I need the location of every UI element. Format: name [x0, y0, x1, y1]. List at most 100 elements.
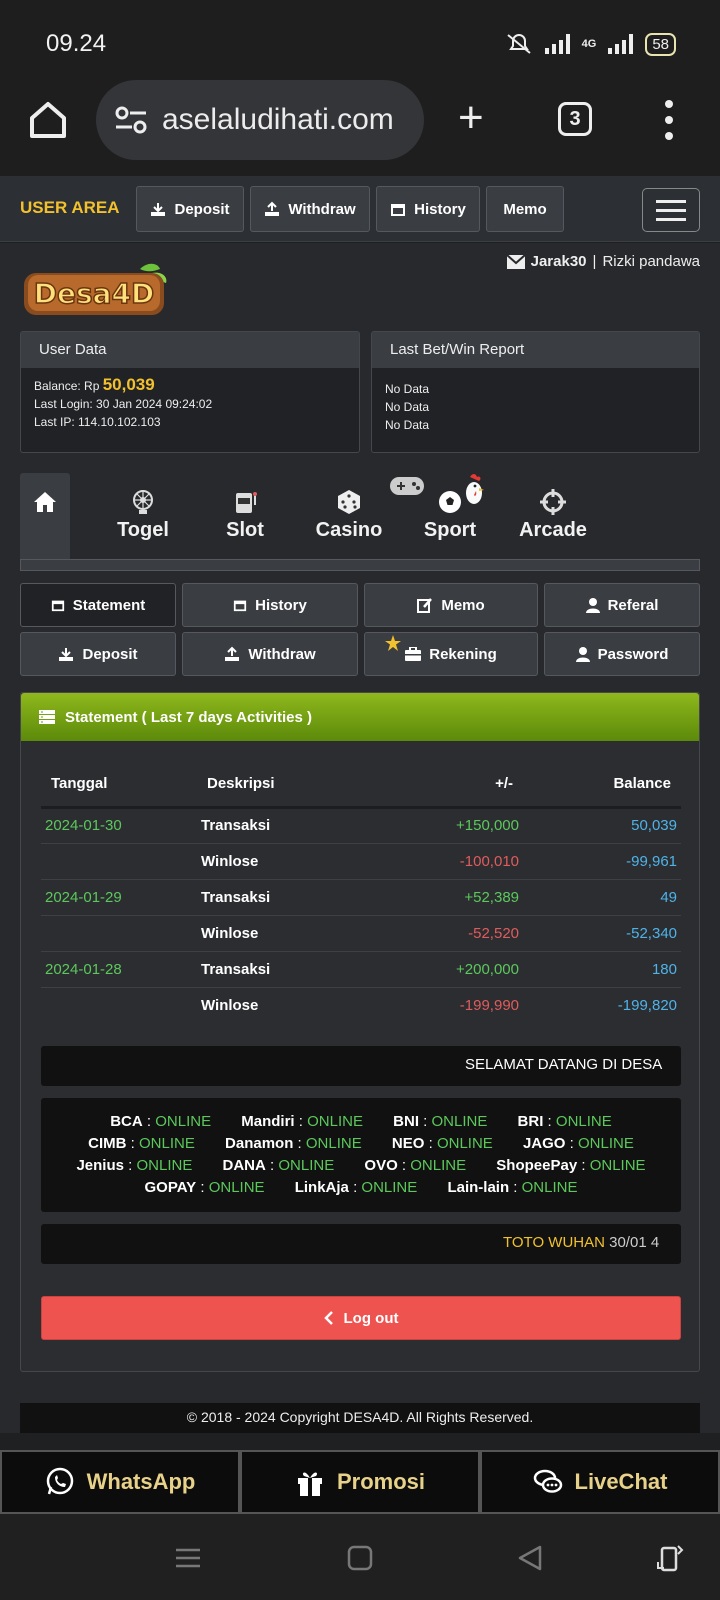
row-balance: -199,820: [523, 986, 681, 1023]
briefcase-icon: [405, 647, 422, 661]
network-type: 4G: [581, 38, 597, 50]
envelope-icon[interactable]: [506, 254, 525, 269]
row-balance: 49: [523, 878, 681, 915]
sub-history-label: History: [255, 596, 307, 614]
bet-report-row: No Data: [385, 400, 430, 414]
gift-icon: [297, 1472, 322, 1496]
sub-deposit-button[interactable]: Deposit: [20, 632, 176, 676]
referal-button[interactable]: Referal: [544, 583, 700, 627]
lottery-wheel-icon: [133, 490, 153, 514]
bank-row: BCA : ONLINE Mandiri : ONLINE BNI : ONLI…: [110, 1113, 612, 1130]
game-nav-sport[interactable]: Sport: [390, 473, 500, 559]
row-desc: Transaksi: [197, 950, 373, 987]
withdraw-icon: [265, 201, 280, 216]
site-settings-icon[interactable]: [114, 105, 148, 135]
withdraw-icon: [225, 646, 240, 661]
statement-header: Statement ( Last 7 days Activities ): [21, 693, 699, 741]
table-row: 2024-01-29 Transaksi +52,389 49: [41, 878, 681, 915]
url-bar[interactable]: aselaludihati.com: [96, 80, 424, 160]
game-nav-slot[interactable]: Slot: [195, 473, 295, 559]
bottom-contact-bar: WhatsApp Promosi LiveChat: [0, 1450, 720, 1514]
row-desc: Winlose: [197, 914, 373, 951]
user-area-title: USER AREA: [20, 198, 120, 217]
row-date: [41, 986, 197, 1023]
deposit-button[interactable]: Deposit: [136, 186, 244, 232]
row-desc: Winlose: [197, 842, 373, 879]
logout-label: Log out: [343, 1309, 399, 1327]
home-icon[interactable]: [26, 98, 70, 142]
withdraw-label: Withdraw: [288, 200, 356, 218]
table-row: 2024-01-28 Transaksi +200,000 180: [41, 950, 681, 987]
promosi-button[interactable]: Promosi: [240, 1450, 480, 1514]
calendar-icon: [234, 600, 247, 612]
star-icon: [385, 635, 401, 651]
bank-row: CIMB : ONLINE Danamon : ONLINE NEO : ONL…: [88, 1135, 634, 1152]
gamepad-icon: [390, 477, 424, 495]
rotate-screen-icon[interactable]: [656, 1544, 684, 1572]
balance-value: 50,039: [102, 375, 155, 394]
recent-apps-icon[interactable]: [174, 1544, 202, 1572]
ticker-market: TOTO WUHAN: [503, 1234, 605, 1251]
signal-icon-2: [608, 34, 634, 54]
balance-label: Balance: Rp: [34, 379, 100, 393]
mute-icon: [506, 34, 531, 54]
rooster-icon: [466, 474, 484, 504]
sub-history-button[interactable]: History: [182, 583, 358, 627]
home-nav-icon[interactable]: [346, 1544, 374, 1572]
sub-memo-button[interactable]: Memo: [364, 583, 538, 627]
soccer-ball-icon: [439, 491, 461, 513]
livechat-button[interactable]: LiveChat: [480, 1450, 720, 1514]
row-balance: 180: [523, 950, 681, 987]
back-nav-icon[interactable]: [516, 1544, 544, 1572]
calendar-icon: [391, 204, 406, 216]
ticker-text: 30/01 4: [609, 1234, 660, 1251]
game-nav-arcade[interactable]: Arcade: [503, 473, 603, 559]
status-time: 09.24: [46, 30, 107, 57]
statement-label: Statement: [72, 596, 146, 614]
new-tab-icon[interactable]: +: [458, 96, 494, 142]
desa4d-logo[interactable]: Desa4D: [22, 261, 172, 319]
status-icons: 4G 58: [505, 30, 676, 58]
rekening-button[interactable]: Rekening: [364, 632, 538, 676]
game-nav: Togel Slot Casino Sport Arcade: [20, 473, 700, 559]
game-nav-togel[interactable]: Togel: [93, 473, 193, 559]
memo-button[interactable]: Memo: [486, 186, 564, 232]
row-balance: -52,340: [523, 914, 681, 951]
game-nav-label: Togel: [117, 519, 169, 541]
logout-button[interactable]: Log out: [41, 1296, 681, 1340]
sub-deposit-label: Deposit: [82, 645, 138, 663]
user-data-title: User Data: [21, 332, 359, 368]
row-amount: -199,990: [373, 986, 523, 1023]
withdraw-button[interactable]: Withdraw: [250, 186, 370, 232]
game-nav-casino[interactable]: Casino: [299, 473, 399, 559]
col-amount: +/-: [373, 761, 523, 809]
dice-icon: [338, 490, 360, 514]
sub-withdraw-button[interactable]: Withdraw: [182, 632, 358, 676]
game-nav-label: Slot: [226, 519, 264, 541]
statement-panel: Statement ( Last 7 days Activities ) Tan…: [20, 692, 700, 1372]
deposit-icon: [59, 648, 74, 661]
game-nav-label: Sport: [423, 519, 477, 541]
statement-button[interactable]: Statement: [20, 583, 176, 627]
referal-label: Referal: [607, 596, 659, 614]
footer: © 2018 - 2024 Copyright DESA4D. All Righ…: [20, 1403, 700, 1433]
row-date: 2024-01-29: [41, 878, 197, 915]
memo-label: Memo: [503, 200, 547, 218]
statement-title: Statement ( Last 7 days Activities ): [65, 708, 313, 726]
row-amount: +200,000: [373, 950, 523, 987]
whatsapp-button[interactable]: WhatsApp: [0, 1450, 240, 1514]
game-nav-label: Casino: [315, 519, 383, 541]
bet-report-row: No Data: [385, 418, 430, 432]
password-button[interactable]: Password: [544, 632, 700, 676]
status-bar: 09.24 4G 58: [0, 0, 720, 80]
history-button[interactable]: History: [376, 186, 480, 232]
bank-status-box: BCA : ONLINE Mandiri : ONLINE BNI : ONLI…: [41, 1098, 681, 1212]
chevron-left-icon: [323, 1311, 333, 1325]
more-menu-icon[interactable]: [664, 100, 674, 140]
deposit-label: Deposit: [174, 200, 230, 218]
game-nav-home[interactable]: [20, 473, 70, 559]
game-nav-label: Arcade: [519, 519, 587, 541]
tab-switcher-button[interactable]: 3: [558, 102, 592, 136]
main-content: Desa4D Jarak30 | Rizki pandawa User Data…: [0, 243, 720, 1433]
hamburger-menu-icon[interactable]: [642, 188, 700, 232]
